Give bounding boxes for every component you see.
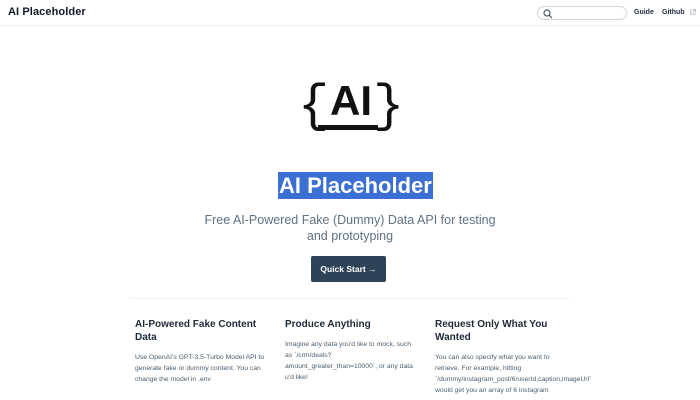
search-box[interactable] [537, 6, 627, 20]
feature-card: Request Only What You Wanted You can als… [435, 318, 592, 396]
ai-logo-icon: { } AI [298, 77, 404, 136]
feature-body: Imagine any data you'd like to mock, suc… [285, 341, 413, 381]
feature-card: AI-Powered Fake Content Data Use OpenAI'… [135, 318, 270, 385]
nav-link-github[interactable]: Github [662, 9, 685, 16]
section-divider [130, 298, 570, 299]
brand-name[interactable]: AI Placeholder [8, 6, 86, 18]
search-input[interactable] [554, 8, 624, 18]
quick-start-button[interactable]: Quick Start → [311, 256, 386, 282]
feature-title: AI-Powered Fake Content Data [135, 319, 257, 343]
external-link-icon [690, 9, 696, 15]
feature-body: Use OpenAI's GPT-3.5-Turbo Model API to … [135, 354, 265, 383]
feature-title: Produce Anything [285, 319, 371, 330]
page-title: AI Placeholder [278, 172, 433, 199]
top-navbar: AI Placeholder Guide Github [0, 0, 700, 26]
logo-text: AI [330, 77, 372, 124]
search-icon [543, 9, 553, 19]
feature-card: Produce Anything Imagine any data you'd … [285, 318, 420, 383]
feature-body: You can also specify what you want to re… [435, 354, 592, 394]
nav-link-guide[interactable]: Guide [634, 9, 654, 16]
hero-subtitle: Free AI-Powered Fake (Dummy) Data API fo… [204, 213, 496, 243]
feature-title: Request Only What You Wanted [435, 319, 548, 343]
